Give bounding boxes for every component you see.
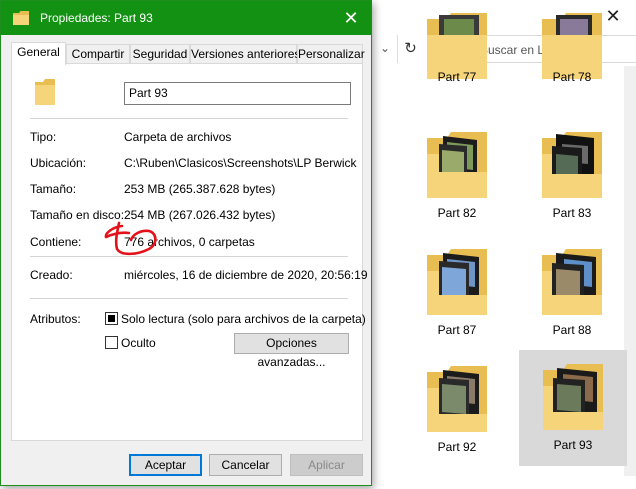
folder-icon (427, 249, 487, 315)
folder-label: Part 82 (437, 206, 477, 220)
folder-label: Part 87 (437, 323, 477, 337)
contains-value: 776 archivos, 0 carpetas (124, 235, 255, 249)
divider (30, 298, 348, 299)
contains-label: Contiene: (30, 235, 82, 249)
hidden-checkbox[interactable] (105, 336, 118, 349)
folder-item[interactable]: Part 88 (518, 235, 626, 351)
size-value: 253 MB (265.387.628 bytes) (124, 182, 276, 196)
folder-icon (543, 364, 603, 430)
dialog-title-bar[interactable]: Propiedades: Part 93 ✕ (1, 1, 371, 35)
type-label: Tipo: (30, 130, 57, 144)
folder-item[interactable]: Part 82 (403, 118, 511, 234)
tab-strip: General Compartir Seguridad Versiones an… (11, 42, 365, 65)
tab-general[interactable]: General (11, 42, 66, 65)
divider (30, 118, 348, 119)
location-value: C:\Ruben\Clasicos\Screenshots\LP Berwick (124, 156, 357, 170)
cancel-button[interactable]: Cancelar (209, 454, 282, 476)
readonly-checkbox[interactable] (105, 312, 118, 325)
dialog-title: Propiedades: Part 93 (40, 11, 153, 25)
apply-button[interactable]: Aplicar (290, 454, 363, 476)
location-label: Ubicación: (30, 156, 87, 170)
folder-icon (35, 79, 55, 105)
general-tab-panel: Part 93 Tipo: Carpeta de archivos Ubicac… (11, 63, 368, 441)
readonly-checkbox-label[interactable]: Solo lectura (solo para archivos de la c… (121, 312, 366, 326)
folder-icon (542, 249, 602, 315)
folder-label: Part 77 (437, 70, 477, 84)
ok-button[interactable]: Aceptar (129, 454, 202, 476)
folder-item[interactable]: Part 92 (403, 352, 511, 468)
divider (30, 256, 348, 257)
tab-compartir[interactable]: Compartir (66, 44, 130, 64)
type-value: Carpeta de archivos (124, 130, 232, 144)
folder-item[interactable]: Part 87 (403, 235, 511, 351)
advanced-options-button[interactable]: Opciones avanzadas... (234, 333, 349, 369)
folder-item[interactable]: Part 83 (518, 118, 626, 234)
created-value: miércoles, 16 de diciembre de 2020, 20:5… (124, 268, 368, 282)
attributes-label: Atributos: (30, 312, 81, 326)
folder-icon (13, 11, 29, 25)
tab-personalizar[interactable]: Personalizar (297, 44, 365, 64)
folder-label: Part 92 (437, 440, 477, 454)
size-on-disk-value: 254 MB (267.026.432 bytes) (124, 208, 276, 222)
properties-dialog: Propiedades: Part 93 ✕ General Compartir… (0, 0, 372, 486)
tab-versiones-anteriores[interactable]: Versiones anteriores (190, 44, 300, 64)
folder-item-selected[interactable]: Part 93 (519, 350, 627, 466)
hidden-checkbox-label[interactable]: Oculto (121, 336, 156, 350)
folder-label: Part 78 (552, 70, 592, 84)
folder-icon (427, 132, 487, 198)
folder-icon (542, 132, 602, 198)
created-label: Creado: (30, 268, 73, 282)
folder-icon (427, 366, 487, 432)
tab-seguridad[interactable]: Seguridad (130, 44, 190, 64)
folder-label: Part 88 (552, 323, 592, 337)
folder-label: Part 93 (553, 438, 593, 452)
size-on-disk-label: Tamaño en disco: (30, 208, 125, 222)
address-dropdown-chevron-icon[interactable]: ⌄ (375, 38, 395, 58)
dialog-close-button[interactable]: ✕ (334, 3, 368, 33)
folder-label: Part 83 (552, 206, 592, 220)
folder-name-input[interactable]: Part 93 (124, 82, 351, 105)
size-label: Tamaño: (30, 182, 77, 196)
